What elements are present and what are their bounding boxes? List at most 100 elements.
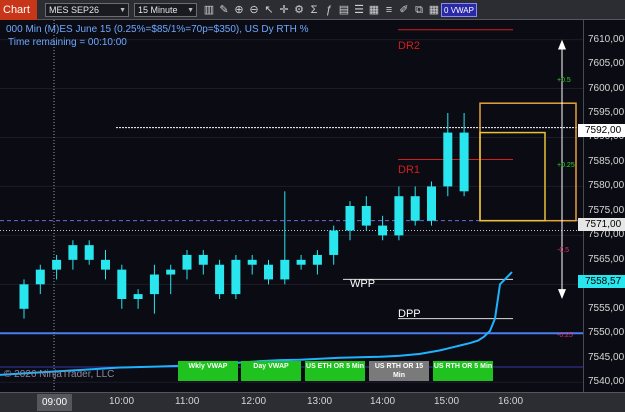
candle-body [35,269,45,285]
pointer-icon[interactable]: ↖ [262,3,276,17]
template-icon[interactable]: ▤ [337,3,351,17]
candle-body [345,206,355,231]
strategy-icon[interactable]: Σ [307,3,321,17]
candle-body [329,230,339,255]
pct-up-label: +0.25 [557,162,575,169]
time-remaining: Time remaining = 00:10:00 [8,37,127,48]
drawing-tools-icon[interactable]: ✐ [397,3,411,17]
candle-body [52,259,62,270]
wkly-vwap-button[interactable]: Wkly VWAP [178,361,238,381]
crosshair-icon[interactable]: ✛ [277,3,291,17]
dpp-label: DPP [398,308,421,320]
interval-label: 15 Minute [138,5,178,15]
us-rth-or-15-button[interactable]: US RTH OR 15 Min [369,361,429,381]
time-tick: 13:00 [307,396,333,407]
price-tick: 7585,00 [588,155,625,167]
pencil-icon[interactable]: ✎ [217,3,231,17]
range-box-inner [479,131,546,222]
candle-body [133,294,143,299]
candle-body [101,259,110,270]
chart-toolbar: Chart MES SEP26 ▼ 15 Minute ▼ ▥ ✎ ⊕ ⊖ ↖ ✛ ⚙ Σƒ ▤… [0,0,625,20]
candle-body [215,264,225,295]
candle-body [410,196,420,221]
instrument-selector[interactable]: MES SEP26 ▼ [45,3,129,17]
calendar-icon[interactable]: ▦ [367,3,381,17]
properties-icon[interactable]: ☰ [352,3,366,17]
candle-body [247,259,257,265]
settings-icon[interactable]: ⚙ [292,3,306,17]
time-cursor-label: 09:00 [37,394,72,411]
dr2-label: DR2 [398,40,421,52]
candle-body [68,245,78,260]
price-tick: 7580,00 [588,180,625,192]
candle-body [182,254,192,270]
time-tick: 16:00 [498,396,524,407]
chart-panel[interactable] [0,20,583,392]
candle-body [443,132,453,187]
candle-body [84,245,94,260]
candle-body [19,284,29,309]
price-tick: 7575,00 [588,204,625,216]
vwap-button[interactable]: 0 VWAP [441,3,477,17]
candle-body [394,196,404,236]
candle-body [117,269,127,299]
candle-body [231,259,241,295]
time-tick: 12:00 [241,396,267,407]
candle-body [361,206,371,226]
chart-window: Chart MES SEP26 ▼ 15 Minute ▼ ▥ ✎ ⊕ ⊖ ↖ ✛ ⚙ Σƒ ▤… [0,0,625,412]
candle-body [166,269,176,275]
us-rth-or-5-button[interactable]: US RTH OR 5 Min [433,361,493,381]
price-tick: 7570,00 [588,229,625,241]
day-vwap-button[interactable]: Day VWAP [241,361,301,381]
magnifier-minus-icon[interactable]: ⊖ [247,3,261,17]
price-tick: 7565,00 [588,253,625,265]
price-tick: 7555,00 [588,302,625,314]
price-tick: 7600,00 [588,82,625,94]
dr1-label: DR1 [398,164,421,176]
wpp-label: WPP [350,278,376,290]
last-price-badge: 7592,00 [578,124,625,137]
time-tick: 14:00 [370,396,396,407]
magnifier-plus-icon[interactable]: ⊕ [232,3,246,17]
us-eth-or-5-button[interactable]: US ETH OR 5 Min [305,361,365,381]
interval-selector[interactable]: 15 Minute ▼ [134,3,197,17]
candle-body [198,254,208,265]
chart-info-line: 000 Min (M)ES June 15 (0.25%=$85/1%=70p=… [6,24,309,35]
candle-body [312,254,322,265]
price-tick: 7610,00 [588,33,625,45]
chevron-down-icon: ▼ [119,7,126,14]
candle-body [378,225,388,236]
bars-icon[interactable]: ▥ [202,3,216,17]
vwap-line [0,271,513,376]
price-tick: 7595,00 [588,107,625,118]
time-tick: 10:00 [109,396,135,407]
candle-body [427,186,436,221]
price-tick: 7545,00 [588,351,625,363]
candle-body [280,259,290,280]
indicator-icon[interactable]: ƒ [322,3,336,17]
time-tick: 11:00 [175,396,200,407]
level-price-badge: 7571,00 [578,218,625,231]
copy-icon[interactable]: ⧉ [412,3,426,17]
list-icon[interactable]: ≡ [382,3,396,17]
price-chart[interactable] [0,20,583,392]
pct-down-label: -0.25 [557,332,573,339]
candle-body [296,259,306,265]
pct-up-2-label: +0.5 [557,77,571,84]
time-tick: 15:00 [434,396,460,407]
price-tick: 7550,00 [588,327,625,339]
candle-body [264,264,273,280]
chevron-down-icon: ▼ [187,7,194,14]
price-tick: 7605,00 [588,58,625,70]
grid-icon[interactable]: ▦ [427,3,441,17]
pct-down-2-label: -0.5 [557,247,570,254]
price-tick: 7540,00 [588,376,625,388]
tab-chart[interactable]: Chart [0,0,37,20]
instrument-label: MES SEP26 [49,5,100,15]
candle-body [459,132,469,192]
arrow-down-icon [558,289,566,299]
copyright-text: © 2026 NinjaTrader, LLC [4,369,115,380]
arrow-up-icon [558,39,566,50]
candle-body [149,274,159,295]
vwap-price-badge: 7558,57 [578,275,625,288]
